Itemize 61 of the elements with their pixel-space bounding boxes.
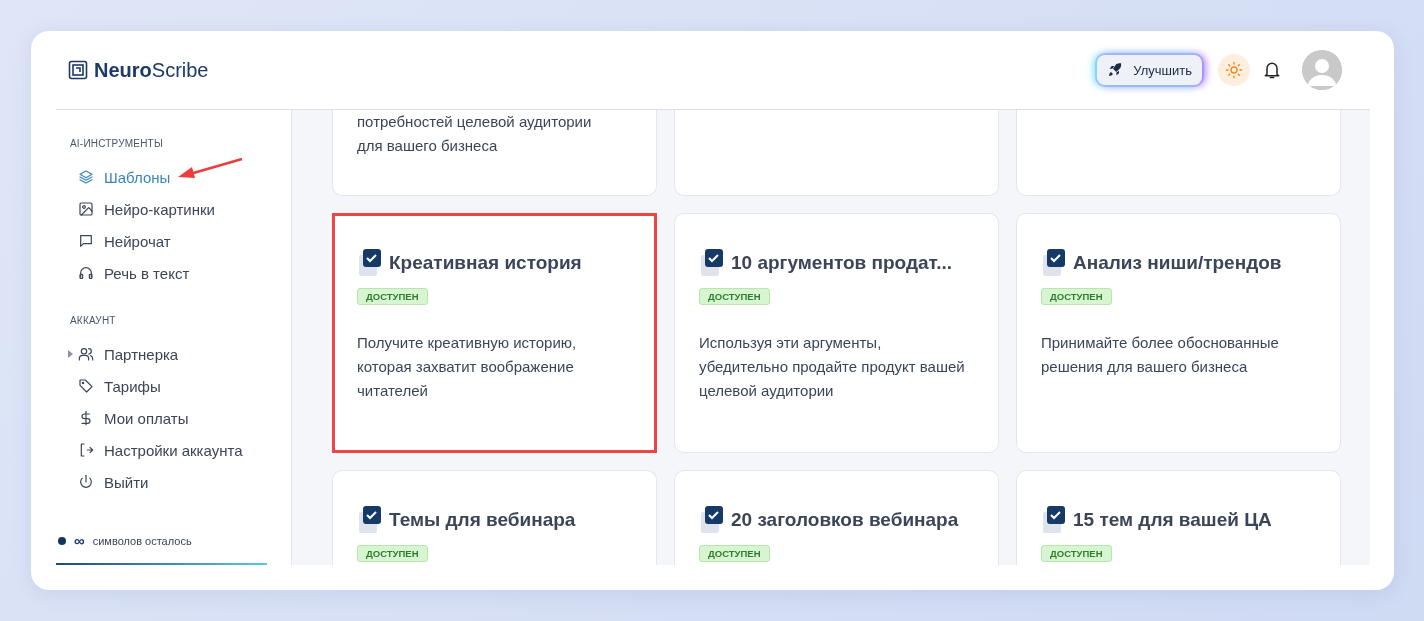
- layers-icon: [78, 169, 94, 185]
- power-icon: [78, 474, 94, 490]
- section-heading: AI-ИНСТРУМЕНТЫ: [69, 138, 164, 149]
- nav-item[interactable]: Настройки аккаунта: [56, 434, 291, 466]
- tag-icon: [78, 378, 94, 394]
- card-description: Принимайте более обоснованные решения для вашего бизнеса: [1041, 333, 1280, 377]
- template-card[interactable]: 15 тем для вашей ЦА ДОСТУПЕН: [1016, 470, 1341, 565]
- template-card[interactable]: Темы для вебинара ДОСТУПЕН: [332, 470, 657, 565]
- checked-document-icon: [1041, 248, 1067, 278]
- status-badge: ДОСТУПЕН: [1041, 288, 1112, 305]
- credits-amount: ∞: [74, 532, 85, 549]
- card-title[interactable]: Анализ ниши/трендов: [1073, 252, 1282, 274]
- card-description: Получите креативную историю, которая захватит воображение читателей: [357, 333, 578, 401]
- status-badge: ДОСТУПЕН: [357, 288, 428, 305]
- checked-document-icon: [357, 505, 383, 535]
- template-card[interactable]: Креативная история ДОСТУПЕН Получите креативную историю, которая захватит воображение читателей: [332, 213, 657, 453]
- chat-bubble-icon: [78, 233, 94, 249]
- avatar[interactable]: [1302, 50, 1342, 90]
- caret-icon[interactable]: [68, 350, 73, 358]
- template-card[interactable]: потребностей целевой аудитории для вашего бизнеса: [332, 110, 657, 196]
- nav-item[interactable]: Нейро-картинки: [56, 193, 291, 225]
- card-title[interactable]: 10 аргументов продат...: [731, 252, 953, 274]
- nav-item[interactable]: Партнерка: [56, 338, 291, 370]
- nav-item[interactable]: Нейрочат: [56, 225, 291, 257]
- nav-item[interactable]: Мои оплаты: [56, 402, 291, 434]
- status-badge: ДОСТУПЕН: [357, 545, 428, 562]
- status-badge: ДОСТУПЕН: [699, 545, 770, 562]
- card-title[interactable]: 15 тем для вашей ЦА: [1073, 509, 1272, 531]
- checked-document-icon: [699, 248, 725, 278]
- template-card[interactable]: Анализ ниши/трендов ДОСТУПЕН Принимайте более обоснованные решения для вашего бизнеса: [1016, 213, 1341, 453]
- status-badge: ДОСТУПЕН: [1041, 545, 1112, 562]
- card-description-line: потребностей целевой аудитории: [357, 112, 593, 132]
- status-badge: ДОСТУПЕН: [699, 288, 770, 305]
- logo-text[interactable]: NeuroScribe: [94, 58, 209, 82]
- sun-icon: [1225, 61, 1243, 79]
- headphones-icon: [78, 265, 94, 281]
- image-icon: [78, 201, 94, 217]
- card-title[interactable]: Креативная история: [389, 252, 582, 274]
- logo-icon: [68, 60, 88, 80]
- logout-icon: [78, 442, 94, 458]
- theme-toggle[interactable]: [1218, 54, 1250, 86]
- nav-item[interactable]: Речь в текст: [56, 257, 291, 289]
- checked-document-icon: [699, 505, 725, 535]
- nav-item[interactable]: Выйти: [56, 466, 291, 498]
- status-dot: [58, 536, 66, 545]
- users-icon: [78, 346, 94, 362]
- template-card[interactable]: 10 аргументов продат... ДОСТУПЕН Используя эти аргументы, убедительно продайте продукт вашей целевой аудитории: [674, 213, 999, 453]
- card-title[interactable]: 20 заголовков вебинара: [731, 509, 959, 531]
- upgrade-button[interactable]: Улучшить: [1097, 55, 1202, 85]
- dollar-icon: [78, 410, 94, 426]
- rocket-icon: [1107, 62, 1124, 78]
- nav-item[interactable]: Шаблоны: [56, 161, 291, 193]
- checked-document-icon: [1041, 505, 1067, 535]
- checked-document-icon: [357, 248, 383, 278]
- card-description-line: для вашего бизнеса: [357, 136, 499, 156]
- nav-item[interactable]: Тарифы: [56, 370, 291, 402]
- card-title[interactable]: Темы для вебинара: [389, 509, 576, 531]
- template-card[interactable]: 20 заголовков вебинара ДОСТУПЕН: [674, 470, 999, 565]
- card-description: Используя эти аргументы, убедительно продайте продукт вашей целевой аудитории: [699, 333, 966, 401]
- credits-label: символов осталось: [92, 534, 192, 547]
- section-heading: АККАУНТ: [69, 315, 117, 326]
